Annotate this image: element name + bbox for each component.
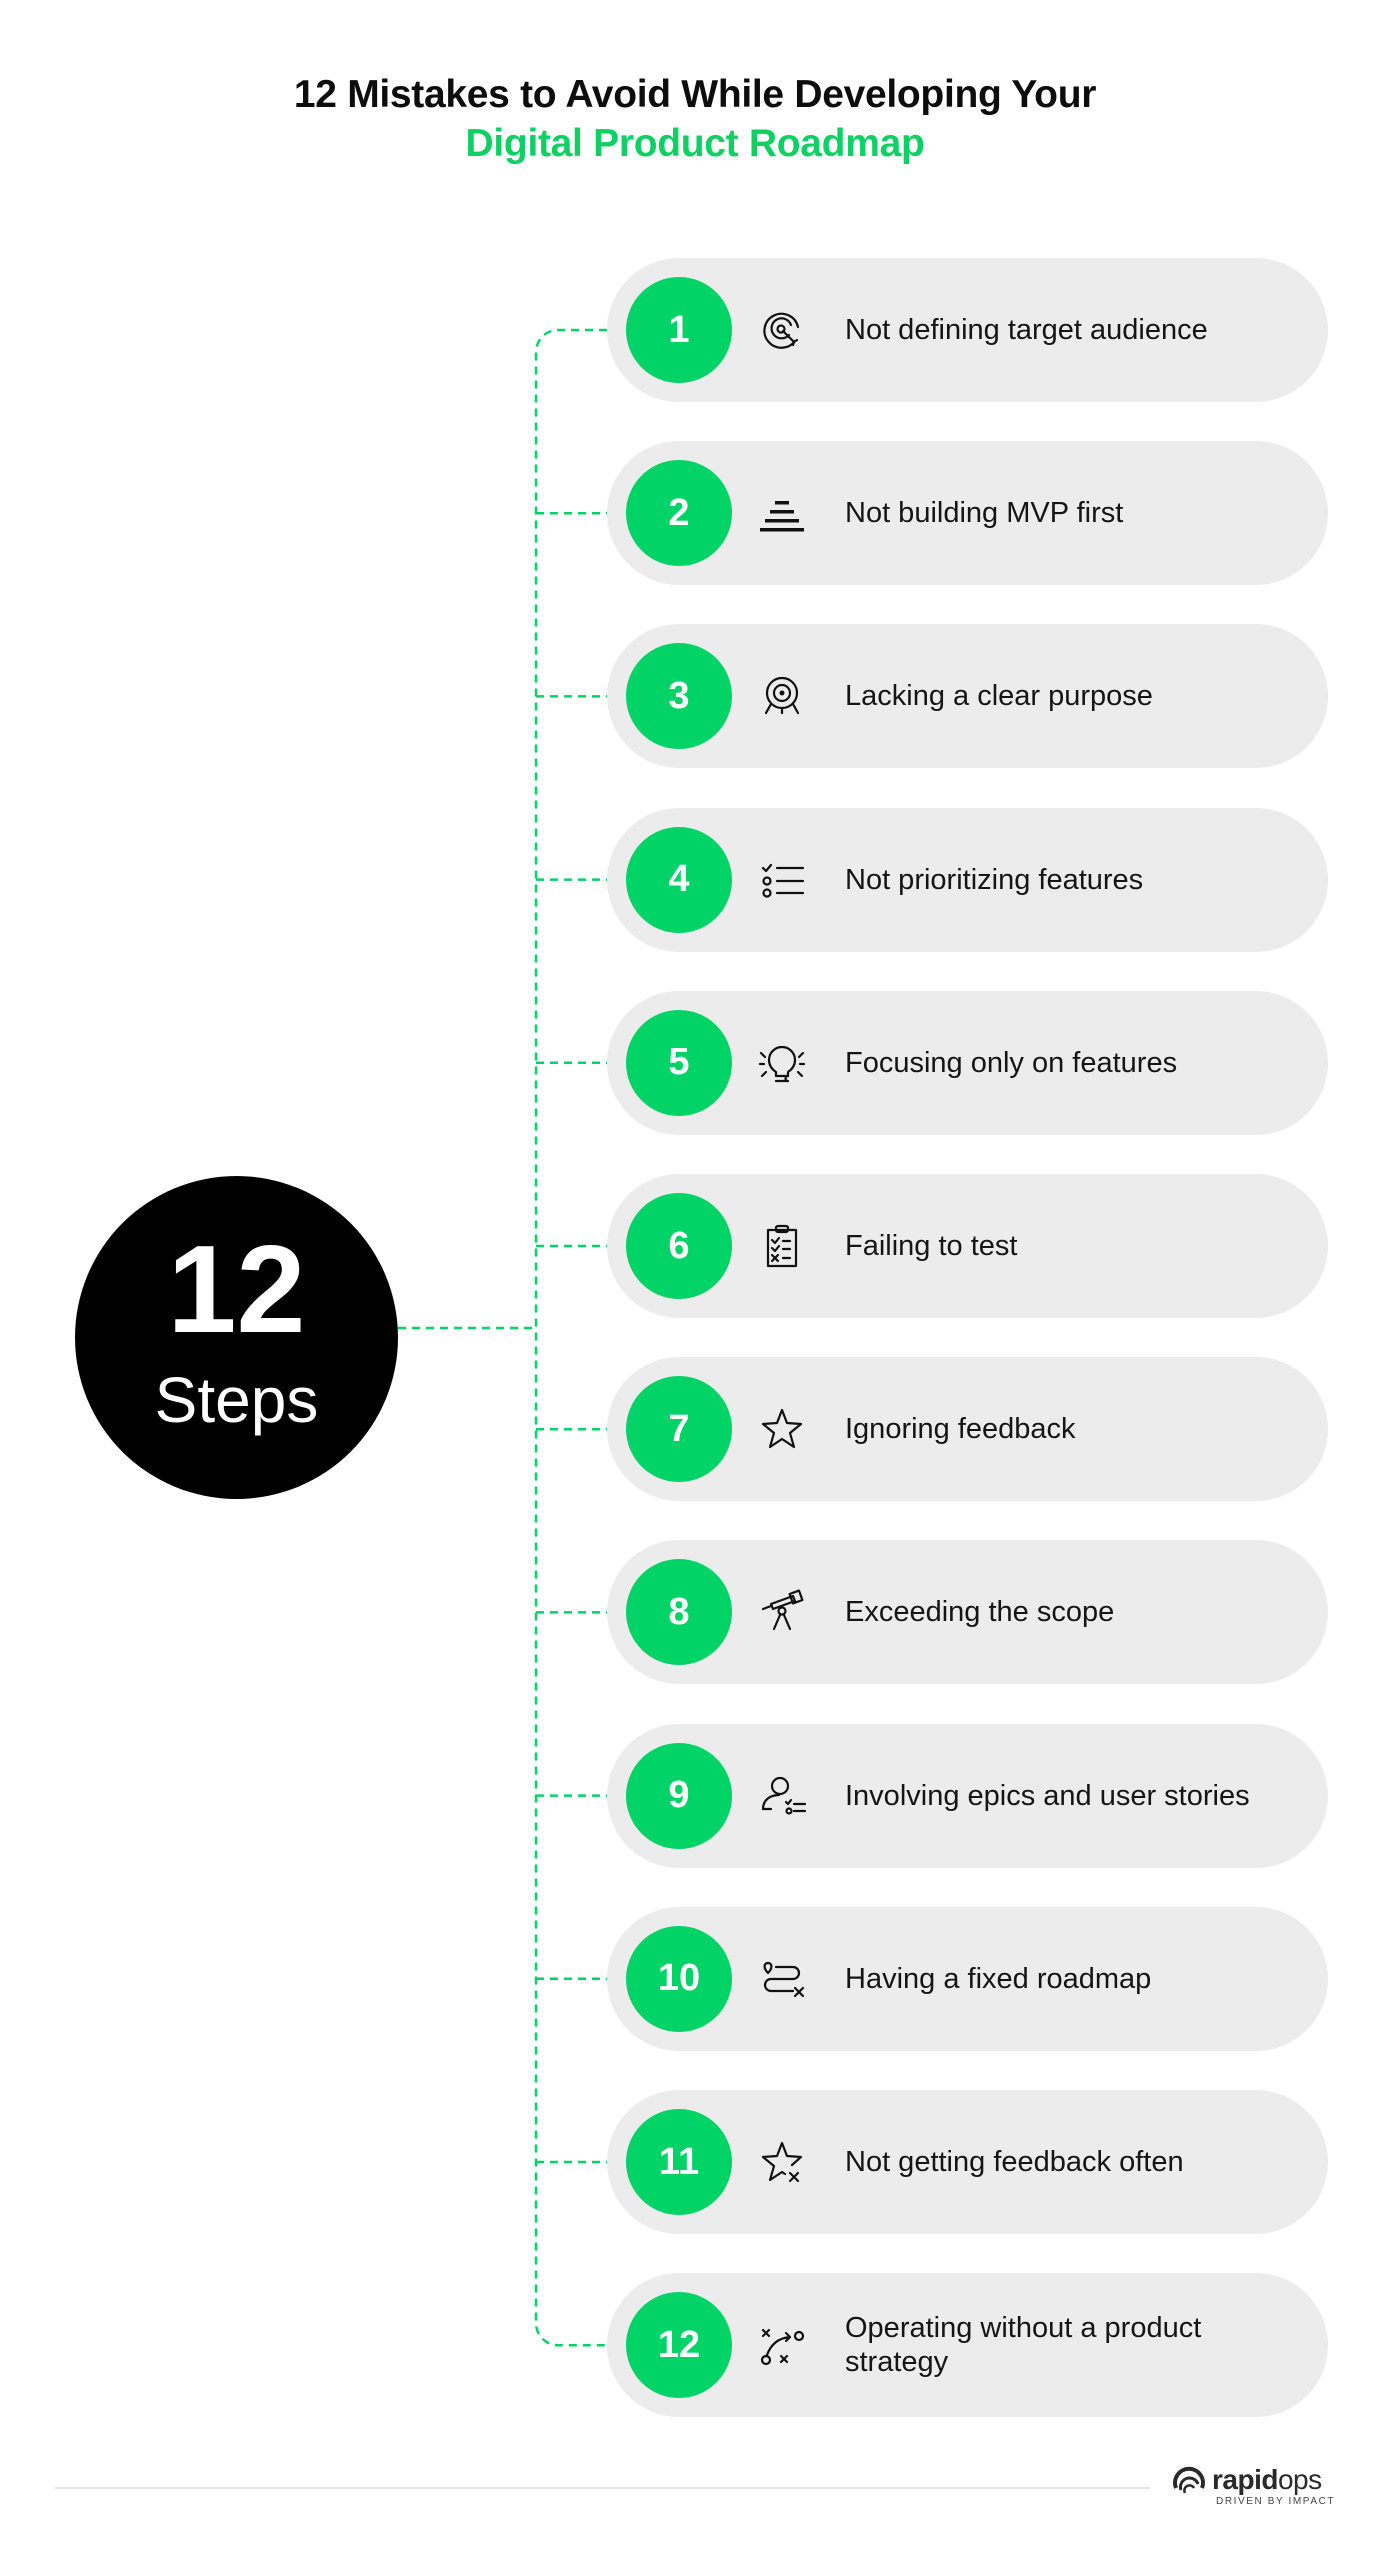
route-icon [757,1954,807,2004]
hub-label: Steps [154,1364,319,1436]
step-item-6: 6 Failing to test [607,1174,1328,1318]
step-number-badge: 2 [626,460,732,567]
step-number-badge: 5 [626,1009,732,1116]
step-label: Failing to test [845,1230,1018,1262]
step-label: Involving epics and user stories [845,1779,1250,1812]
brand-tagline: DRIVEN BY IMPACT [1216,2496,1336,2507]
step-number: 2 [668,491,690,534]
step-number: 3 [668,674,690,717]
step-label: Lacking a clear purpose [845,680,1153,713]
step-label: Having a fixed roadmap [845,1962,1152,1995]
star-icon [757,1404,807,1454]
brand-name-light: ops [1277,2464,1322,2495]
step-label: Not prioritizing features [845,863,1144,896]
step-item-4: 4 Not prioritizing features [607,807,1328,952]
step-item-1: 1 Not defining target audience [607,258,1328,402]
step-number: 5 [668,1041,690,1084]
step-number: 9 [668,1774,690,1817]
step-number: 6 [668,1224,690,1267]
strategy-play-icon [757,2320,807,2370]
step-number: 7 [668,1407,690,1450]
footer-divider [55,2487,1150,2489]
step-item-3: 3 Lacking a clear purpose [607,624,1328,769]
step-number-badge: 8 [626,1559,732,1666]
checklist-icon [757,855,807,905]
step-label: Not building MVP first [845,497,1124,530]
brand-name-bold: rapid [1212,2464,1278,2495]
step-number-badge: 11 [626,2109,732,2215]
step-number: 8 [668,1590,690,1633]
rapidops-logo-icon [1173,2466,1205,2494]
telescope-icon [757,1587,807,1637]
step-item-10: 10 Having a fixed roadmap [607,1906,1328,2051]
step-number: 4 [668,858,690,901]
step-item-12: 12 Operating without a product strategy [607,2273,1328,2418]
step-label: Ignoring feedback [845,1413,1076,1446]
brand-logo: rapidops DRIVEN BY IMPACT [1172,2462,1352,2512]
step-number-badge: 6 [626,1193,732,1299]
step-item-11: 11 Not getting feedback often [607,2090,1328,2234]
step-number: 1 [668,308,690,351]
pyramid-layers-icon [757,488,807,538]
step-number-badge: 9 [626,1742,732,1849]
steps-hub: 12 Steps [75,1176,398,1499]
step-item-2: 2 Not building MVP first [607,441,1328,586]
step-number-badge: 1 [626,277,732,383]
lightbulb-icon [757,1038,807,1088]
user-list-icon [757,1771,807,1821]
step-label: Focusing only on features [845,1046,1178,1079]
target-audience-icon [757,305,807,355]
step-number: 11 [658,2140,700,2183]
step-item-7: 7 Ignoring feedback [607,1357,1328,1502]
step-label: Exceeding the scope [845,1596,1115,1629]
hub-number: 12 [167,1221,306,1359]
step-number: 10 [657,1957,701,2000]
step-item-8: 8 Exceeding the scope [607,1540,1328,1685]
step-number: 12 [657,2323,701,2366]
step-number-badge: 10 [626,1925,732,2032]
step-number-badge: 12 [626,2292,732,2399]
clipboard-check-icon [757,1221,807,1271]
step-label: Operating without a product strategy [845,2312,1202,2379]
trunk-connector [534,328,607,2347]
step-number-badge: 7 [626,1376,732,1483]
step-label: Not defining target audience [845,314,1208,346]
target-stand-icon [757,671,807,721]
brand-name: rapidops [1212,2464,1322,2496]
step-item-9: 9 Involving epics and user stories [607,1723,1328,1868]
step-label: Not getting feedback often [845,2146,1184,2178]
step-item-5: 5 Focusing only on features [607,990,1328,1135]
star-x-icon [757,2137,807,2187]
step-number-badge: 4 [626,826,732,933]
step-number-badge: 3 [626,643,732,750]
